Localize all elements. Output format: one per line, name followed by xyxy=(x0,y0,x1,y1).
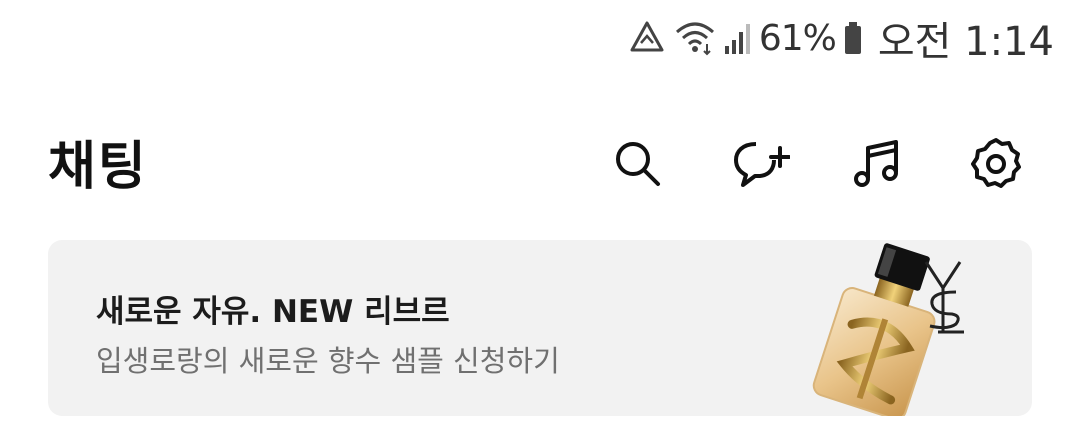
music-button[interactable] xyxy=(846,132,910,196)
data-saver-icon xyxy=(627,18,667,58)
new-chat-button[interactable] xyxy=(728,132,792,196)
new-chat-icon xyxy=(734,142,790,187)
settings-button[interactable] xyxy=(964,132,1028,196)
music-icon xyxy=(854,140,898,187)
signal-icon xyxy=(723,18,753,58)
search-button[interactable] xyxy=(606,132,670,196)
chat-header: 채팅 xyxy=(0,110,1080,210)
search-icon xyxy=(616,142,660,186)
promo-banner[interactable]: 새로운 자유. NEW 리브르 입생로랑의 새로운 향수 샘플 신청하기 xyxy=(48,240,1032,416)
banner-subtitle: 입생로랑의 새로운 향수 샘플 신청하기 xyxy=(96,344,560,378)
banner-title: 새로운 자유. NEW 리브르 xyxy=(96,294,450,330)
settings-icon xyxy=(971,138,1021,188)
battery-percent: 61% xyxy=(758,17,837,59)
status-clock: 오전 1:14 xyxy=(877,19,1054,65)
status-bar: 61% 오전 1:14 xyxy=(0,0,1080,80)
battery-icon xyxy=(842,18,864,58)
ysl-logo xyxy=(924,261,964,334)
wifi-icon xyxy=(673,18,717,58)
page-title: 채팅 xyxy=(48,137,148,197)
status-indicators: 61% 오전 1:14 xyxy=(627,12,1054,65)
